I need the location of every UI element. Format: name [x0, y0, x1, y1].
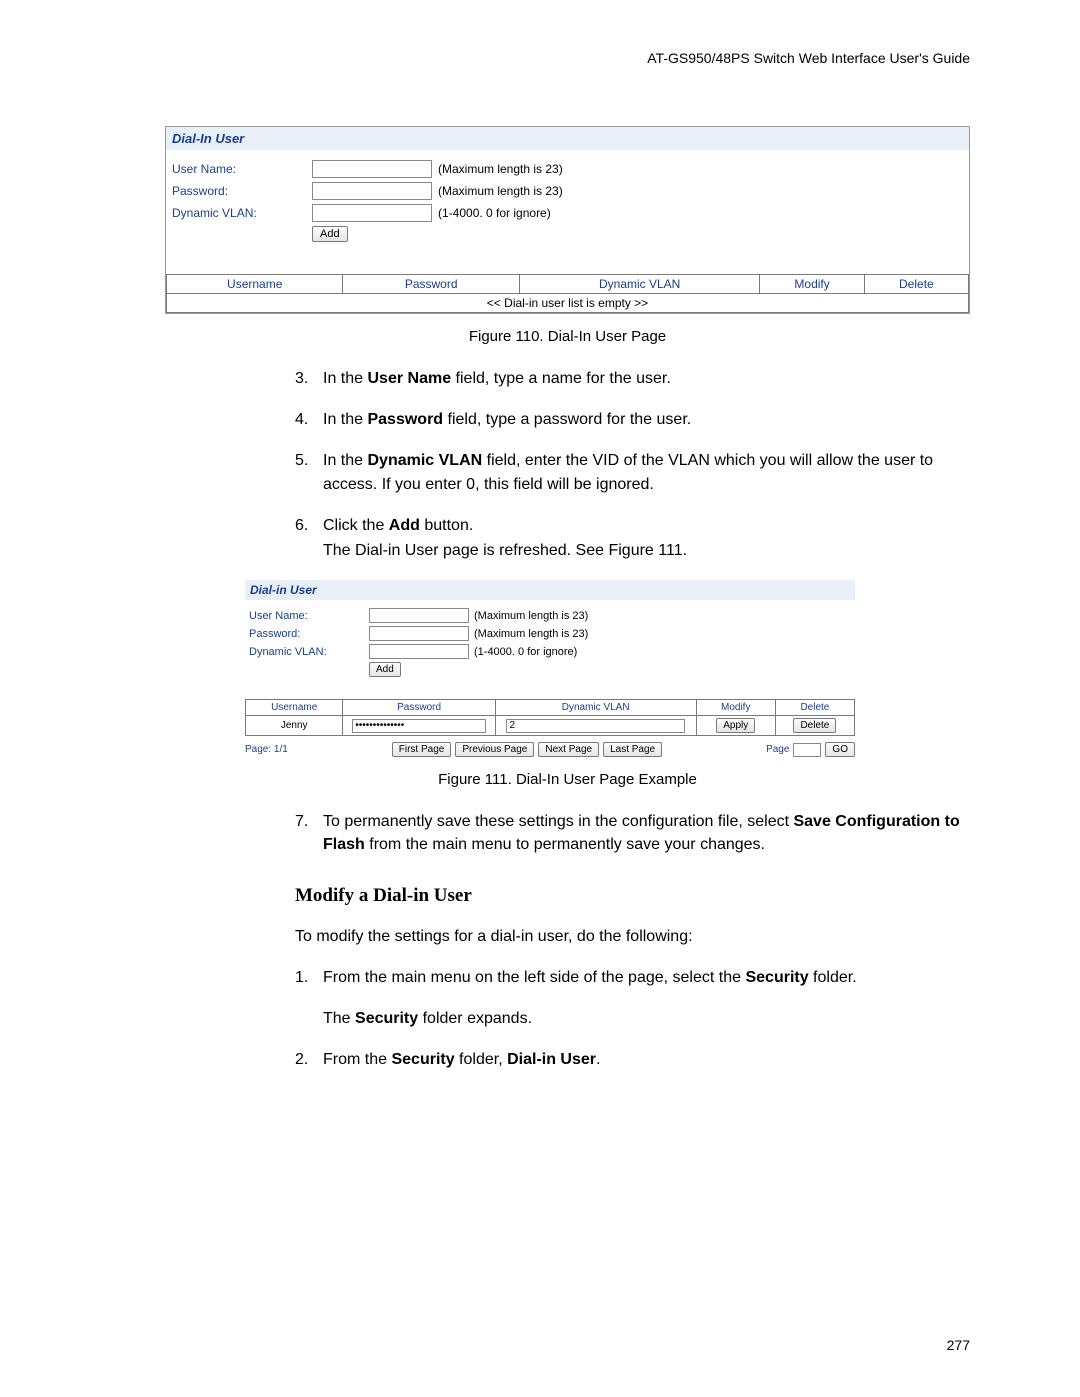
col-username: Username — [167, 275, 343, 294]
delete-button[interactable]: Delete — [793, 718, 836, 733]
step-5: In the Dynamic VLAN field, enter the VID… — [323, 449, 970, 495]
page-word: Page — [766, 744, 789, 755]
vlan-input[interactable] — [312, 204, 432, 222]
first-page-button[interactable]: First Page — [392, 742, 452, 757]
vlan-hint: (1-4000. 0 for ignore) — [438, 206, 551, 220]
last-page-button[interactable]: Last Page — [603, 742, 662, 757]
col-username-2: Username — [246, 700, 343, 716]
figure-110-caption: Figure 110. Dial-In User Page — [165, 328, 970, 345]
panel-title-2: Dial-in User — [245, 580, 855, 600]
username-label-2: User Name: — [249, 610, 369, 622]
go-button[interactable]: GO — [825, 742, 855, 757]
col-vlan-2: Dynamic VLAN — [495, 700, 696, 716]
figure-111-caption: Figure 111. Dial-In User Page Example — [165, 771, 970, 788]
cell-username: Jenny — [246, 716, 343, 736]
step-num: 4. — [295, 408, 323, 431]
username-input[interactable] — [312, 160, 432, 178]
username-input-2[interactable] — [369, 608, 469, 623]
step-num: 7. — [295, 810, 323, 856]
password-input[interactable] — [312, 182, 432, 200]
username-hint: (Maximum length is 23) — [438, 162, 563, 176]
col-vlan: Dynamic VLAN — [519, 275, 760, 294]
apply-button[interactable]: Apply — [716, 718, 755, 733]
password-hint-2: (Maximum length is 23) — [474, 628, 588, 640]
step-num: 5. — [295, 449, 323, 495]
figure-111: Dial-in User User Name: (Maximum length … — [245, 580, 855, 757]
col-modify-2: Modify — [696, 700, 775, 716]
user-table: Username Password Dynamic VLAN Modify De… — [245, 699, 855, 736]
step-7: To permanently save these settings in th… — [323, 810, 970, 856]
username-hint-2: (Maximum length is 23) — [474, 610, 588, 622]
step-4: In the Password field, type a password f… — [323, 408, 970, 431]
password-label: Password: — [172, 184, 312, 198]
password-hint: (Maximum length is 23) — [438, 184, 563, 198]
intro-paragraph: To modify the settings for a dial-in use… — [295, 925, 970, 948]
modify-step-1: From the main menu on the left side of t… — [323, 966, 970, 1030]
add-button-2[interactable]: Add — [369, 662, 401, 677]
empty-message: << Dial-in user list is empty >> — [167, 294, 969, 313]
section-heading: Modify a Dial-in User — [295, 885, 970, 907]
page-number: 277 — [947, 1337, 970, 1353]
col-delete-2: Delete — [775, 700, 854, 716]
add-button[interactable]: Add — [312, 226, 348, 242]
modify-step-2: From the Security folder, Dial-in User. — [323, 1048, 970, 1071]
cell-vlan-input[interactable] — [506, 719, 684, 733]
vlan-label: Dynamic VLAN: — [172, 206, 312, 220]
password-label-2: Password: — [249, 628, 369, 640]
password-input-2[interactable] — [369, 626, 469, 641]
col-delete: Delete — [864, 275, 968, 294]
step-num: 1. — [295, 966, 323, 1030]
doc-header: AT-GS950/48PS Switch Web Interface User'… — [165, 50, 970, 66]
col-password: Password — [343, 275, 519, 294]
step-num: 2. — [295, 1048, 323, 1071]
vlan-input-2[interactable] — [369, 644, 469, 659]
step-3: In the User Name field, type a name for … — [323, 367, 970, 390]
page-input[interactable] — [793, 743, 821, 757]
col-modify: Modify — [760, 275, 864, 294]
col-password-2: Password — [343, 700, 495, 716]
prev-page-button[interactable]: Previous Page — [455, 742, 534, 757]
user-table-empty: Username Password Dynamic VLAN Modify De… — [166, 274, 969, 313]
next-page-button[interactable]: Next Page — [538, 742, 599, 757]
figure-110: Dial-In User User Name: (Maximum length … — [165, 126, 970, 314]
page-indicator: Page: 1/1 — [245, 744, 288, 755]
step-6: Click the Add button. The Dial-in User p… — [323, 514, 970, 562]
panel-title: Dial-In User — [166, 127, 969, 150]
step-num: 3. — [295, 367, 323, 390]
table-row: Jenny Apply Delete — [246, 716, 855, 736]
username-label: User Name: — [172, 162, 312, 176]
vlan-hint-2: (1-4000. 0 for ignore) — [474, 646, 577, 658]
cell-password-input[interactable] — [352, 719, 486, 733]
step-num: 6. — [295, 514, 323, 562]
vlan-label-2: Dynamic VLAN: — [249, 646, 369, 658]
